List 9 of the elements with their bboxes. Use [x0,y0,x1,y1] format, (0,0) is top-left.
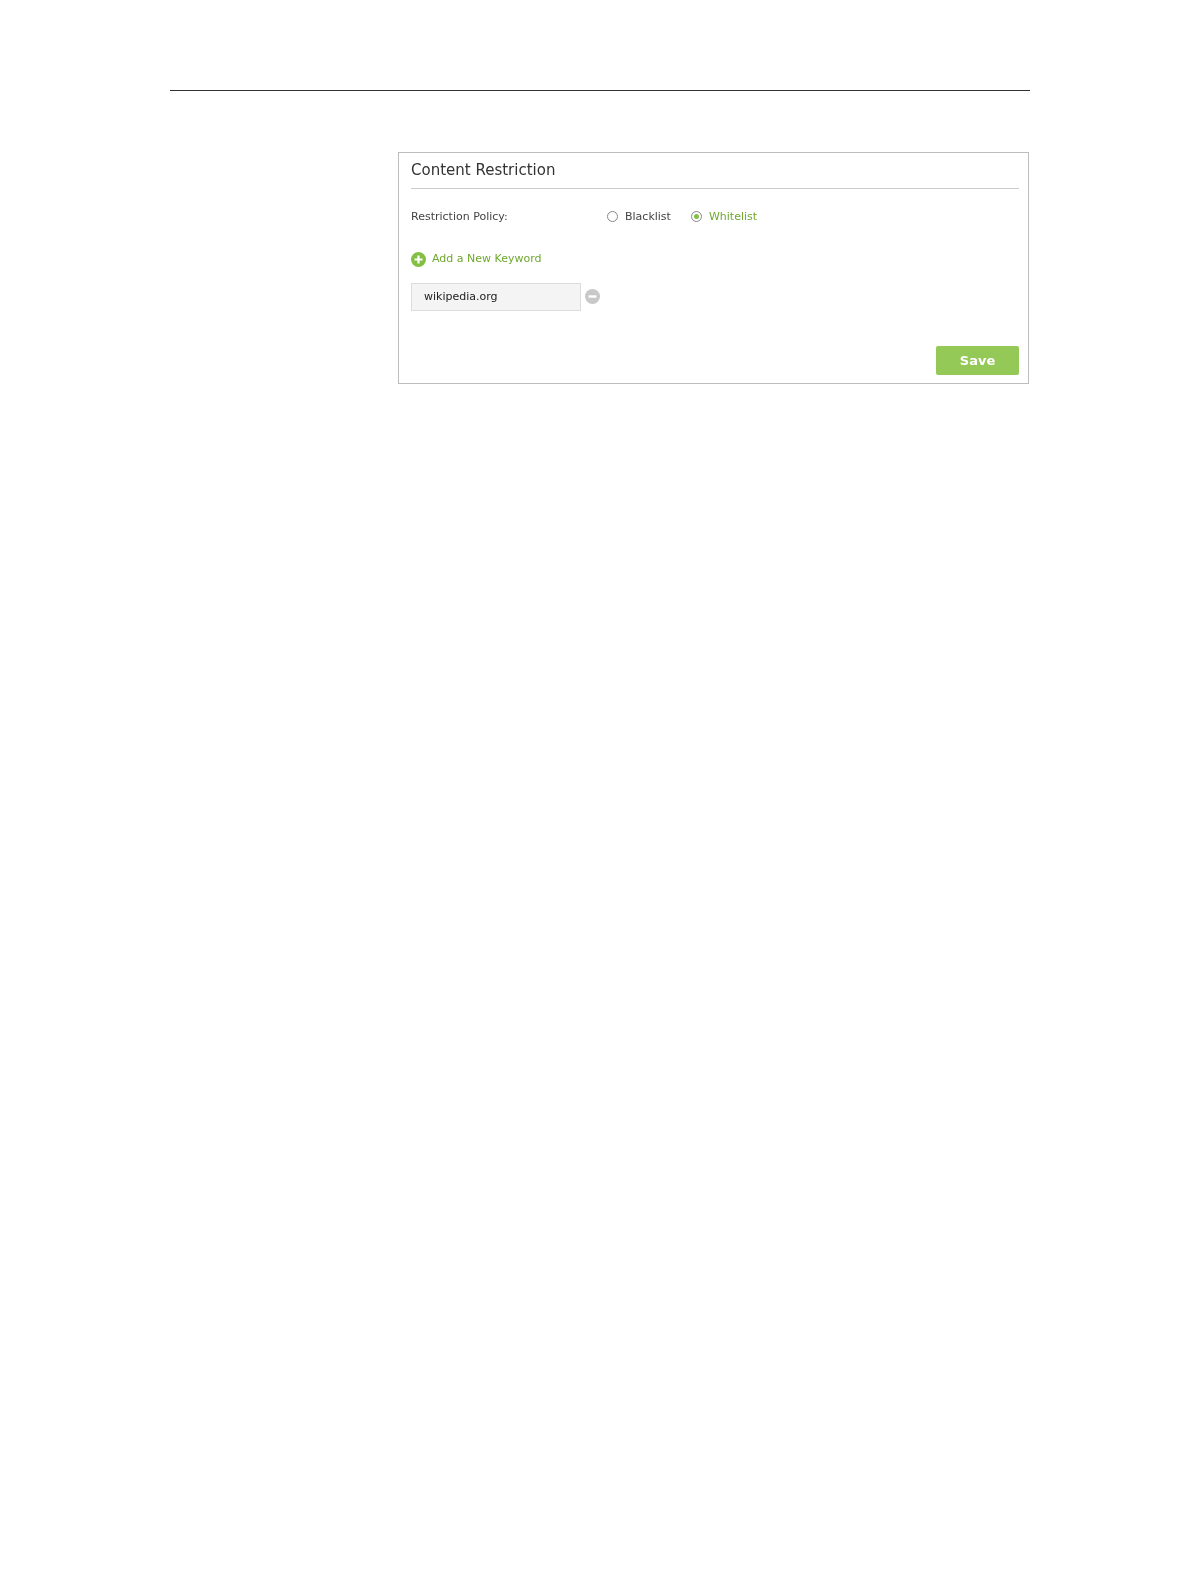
keyword-field[interactable]: wikipedia.org [411,282,581,311]
radio-option[interactable]: Blacklist [607,208,671,225]
plus-icon [411,251,426,267]
add-keyword-link[interactable]: Add a New Keyword [411,251,542,268]
panel-title: Content Restriction [411,159,1019,189]
save-button[interactable]: Save [936,346,1019,375]
remove-icon[interactable] [585,289,600,304]
radio-option[interactable]: Whitelist [690,208,758,225]
field-label: Restriction Policy: [411,208,509,225]
